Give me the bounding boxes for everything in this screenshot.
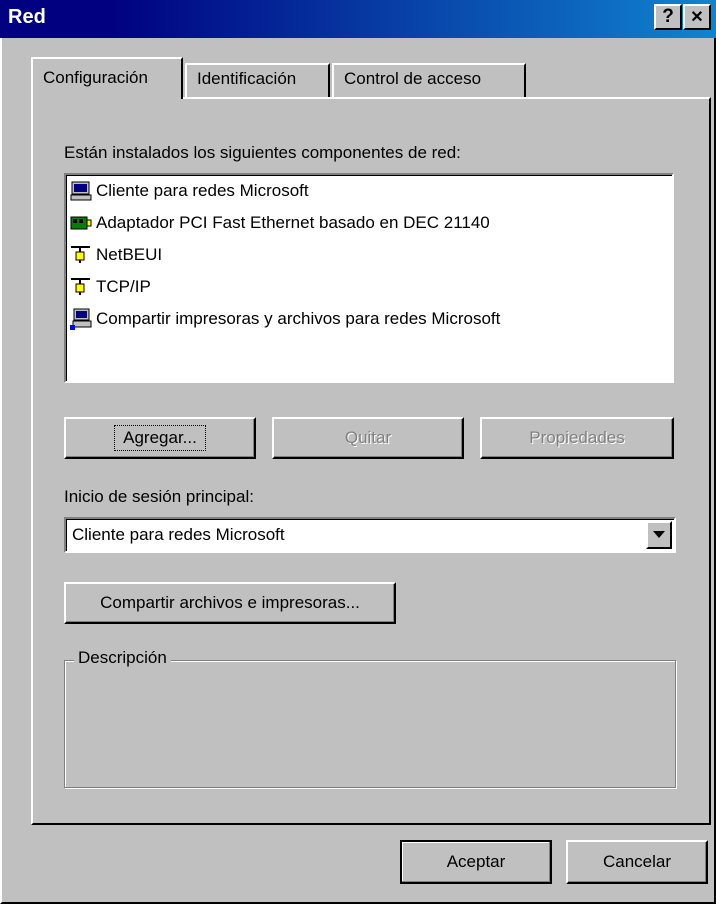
list-item[interactable]: Cliente para redes Microsoft <box>70 177 309 205</box>
logon-select[interactable]: Cliente para redes Microsoft <box>64 517 676 553</box>
tab-label: Identificación <box>197 69 297 88</box>
tab-control-acceso[interactable]: Control de acceso <box>332 63 526 99</box>
network-client-icon <box>70 180 92 202</box>
protocol-icon <box>70 244 92 266</box>
file-printer-sharing-button[interactable]: Compartir archivos e impresoras... <box>64 582 396 624</box>
tab-label: Control de acceso <box>344 69 482 88</box>
protocol-icon <box>70 276 92 298</box>
ok-button[interactable]: Aceptar <box>400 840 552 884</box>
title-bar[interactable]: Red ? ✕ <box>0 0 716 38</box>
file-printer-sharing-icon <box>70 308 92 330</box>
list-item[interactable]: NetBEUI <box>70 241 162 269</box>
add-button[interactable]: Agregar... <box>64 417 256 459</box>
logon-label: Inicio de sesión principal: <box>64 487 254 506</box>
help-button[interactable]: ? <box>654 4 682 30</box>
remove-button[interactable]: Quitar <box>272 417 464 459</box>
tab-configuracion[interactable]: Configuración <box>31 57 183 99</box>
cancel-button[interactable]: Cancelar <box>566 840 708 884</box>
list-item[interactable]: Adaptador PCI Fast Ethernet basado en DE… <box>70 209 490 237</box>
logon-select-value: Cliente para redes Microsoft <box>72 525 285 544</box>
chevron-down-icon <box>653 531 665 538</box>
close-button[interactable]: ✕ <box>683 4 711 30</box>
dropdown-button[interactable] <box>646 521 672 549</box>
tab-identificacion[interactable]: Identificación <box>185 63 330 99</box>
tab-label: Configuración <box>43 68 148 87</box>
description-legend: Descripción <box>74 648 171 668</box>
network-adapter-icon <box>70 212 92 234</box>
description-group <box>64 660 676 788</box>
components-heading: Están instalados los siguientes componen… <box>64 143 461 162</box>
list-item[interactable]: Compartir impresoras y archivos para red… <box>70 305 500 333</box>
help-icon: ? <box>662 6 674 27</box>
close-icon: ✕ <box>690 9 704 26</box>
list-item[interactable]: TCP/IP <box>70 273 151 301</box>
window-title: Red <box>8 6 46 28</box>
properties-button[interactable]: Propiedades <box>480 417 674 459</box>
components-list[interactable]: Cliente para redes Microsoft Adaptador P… <box>64 173 674 383</box>
